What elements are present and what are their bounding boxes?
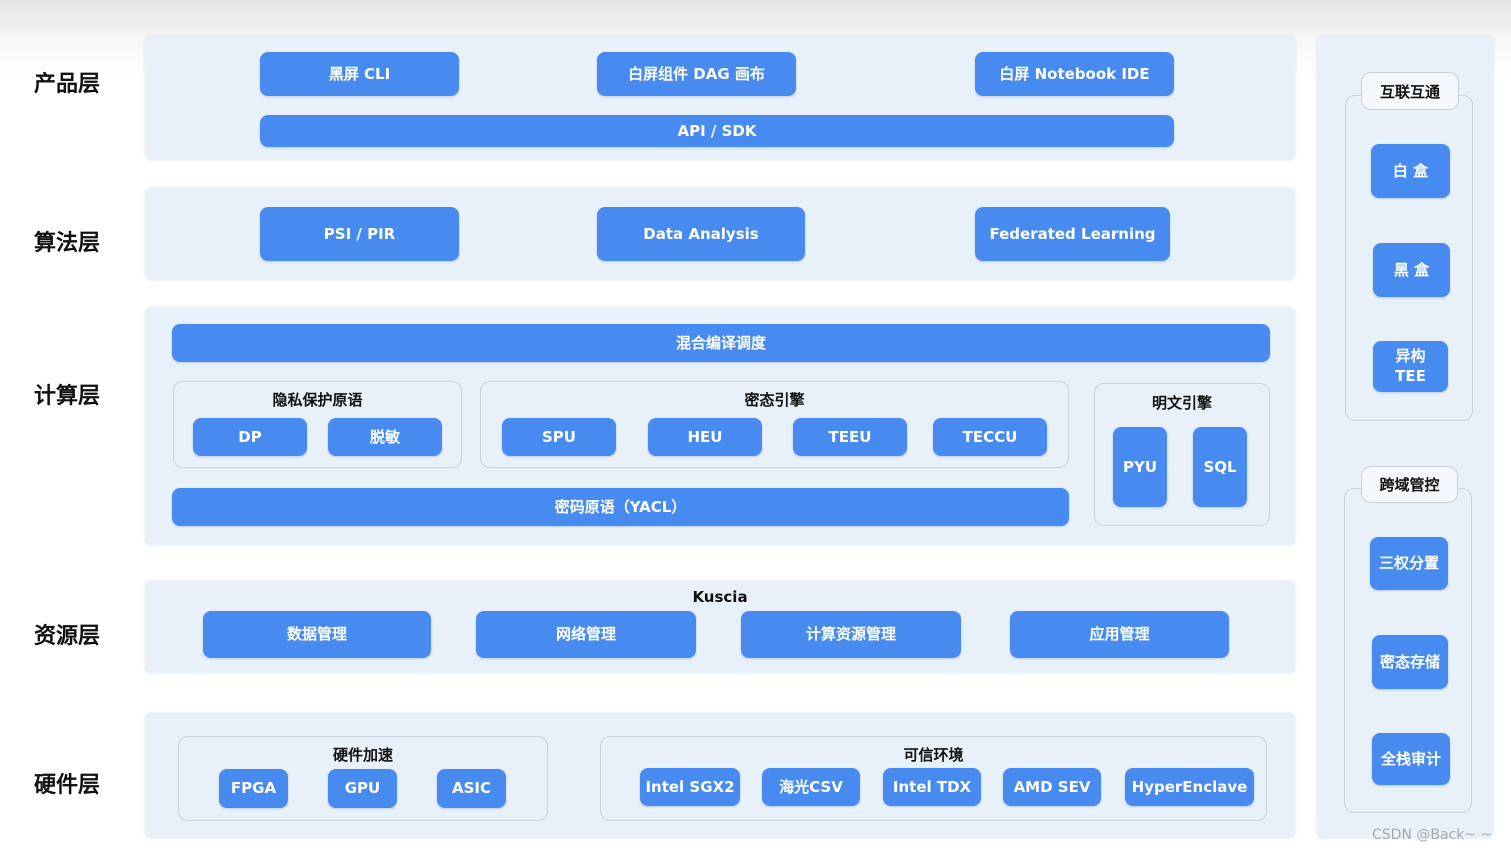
layer-label-compute: 计算层: [34, 384, 101, 409]
spu-button[interactable]: SPU: [502, 418, 616, 456]
dag-canvas-button[interactable]: 白屏组件 DAG 画布: [597, 52, 796, 96]
full-stack-audit-button[interactable]: 全栈审计: [1372, 733, 1450, 785]
application-management-button[interactable]: 应用管理: [1010, 611, 1229, 658]
hygon-csv-button[interactable]: 海光CSV: [762, 768, 860, 806]
asic-button[interactable]: ASIC: [437, 769, 506, 808]
layer-label-product: 产品层: [34, 72, 101, 97]
api-sdk-bar[interactable]: API / SDK: [260, 115, 1174, 147]
plain-engine-title: 明文引擎: [1151, 394, 1212, 412]
network-management-button[interactable]: 网络管理: [476, 611, 696, 658]
hybrid-scheduler-bar[interactable]: 混合编译调度: [172, 324, 1270, 362]
data-analysis-button[interactable]: Data Analysis: [597, 207, 805, 261]
dp-button[interactable]: DP: [193, 418, 307, 456]
watermark: CSDN @Back~ ~: [1372, 827, 1493, 843]
heu-button[interactable]: HEU: [648, 418, 762, 456]
teccu-button[interactable]: TECCU: [933, 418, 1047, 456]
separation-of-powers-button[interactable]: 三权分置: [1370, 537, 1448, 590]
sql-button[interactable]: SQL: [1193, 427, 1247, 507]
kuscia-title: Kuscia: [692, 588, 748, 606]
intel-tdx-button[interactable]: Intel TDX: [883, 768, 981, 806]
teeu-button[interactable]: TEEU: [793, 418, 907, 456]
privacy-primitives-title: 隐私保护原语: [272, 391, 363, 409]
black-box-button[interactable]: 黑 盒: [1373, 243, 1450, 297]
fpga-button[interactable]: FPGA: [219, 769, 288, 808]
interop-title: 互联互通: [1361, 72, 1459, 110]
notebook-ide-button[interactable]: 白屏 Notebook IDE: [975, 52, 1174, 96]
yacl-bar[interactable]: 密码原语（YACL）: [172, 488, 1069, 526]
hyperenclave-button[interactable]: HyperEnclave: [1125, 768, 1254, 806]
layer-label-algorithm: 算法层: [34, 231, 101, 256]
psi-pir-button[interactable]: PSI / PIR: [260, 207, 459, 261]
compute-resource-management-button[interactable]: 计算资源管理: [741, 611, 961, 658]
layer-label-resource: 资源层: [34, 624, 101, 649]
intel-sgx2-button[interactable]: Intel SGX2: [640, 768, 740, 806]
cipher-engine-title: 密态引擎: [744, 391, 805, 409]
heterogeneous-tee-button[interactable]: 异构 TEE: [1373, 341, 1448, 392]
pyu-button[interactable]: PYU: [1113, 427, 1167, 507]
federated-learning-button[interactable]: Federated Learning: [975, 207, 1170, 261]
amd-sev-button[interactable]: AMD SEV: [1003, 768, 1101, 806]
trusted-env-title: 可信环境: [903, 746, 964, 764]
cross-domain-control-title: 跨域管控: [1361, 466, 1458, 503]
gpu-button[interactable]: GPU: [328, 769, 397, 808]
hardware-accel-title: 硬件加速: [332, 746, 393, 764]
encrypted-storage-button[interactable]: 密态存储: [1372, 635, 1448, 689]
white-box-button[interactable]: 白 盒: [1371, 144, 1450, 198]
data-management-button[interactable]: 数据管理: [203, 611, 431, 658]
layer-label-hardware: 硬件层: [34, 773, 101, 798]
desensitization-button[interactable]: 脱敏: [328, 418, 442, 456]
black-screen-cli-button[interactable]: 黑屏 CLI: [260, 52, 459, 96]
